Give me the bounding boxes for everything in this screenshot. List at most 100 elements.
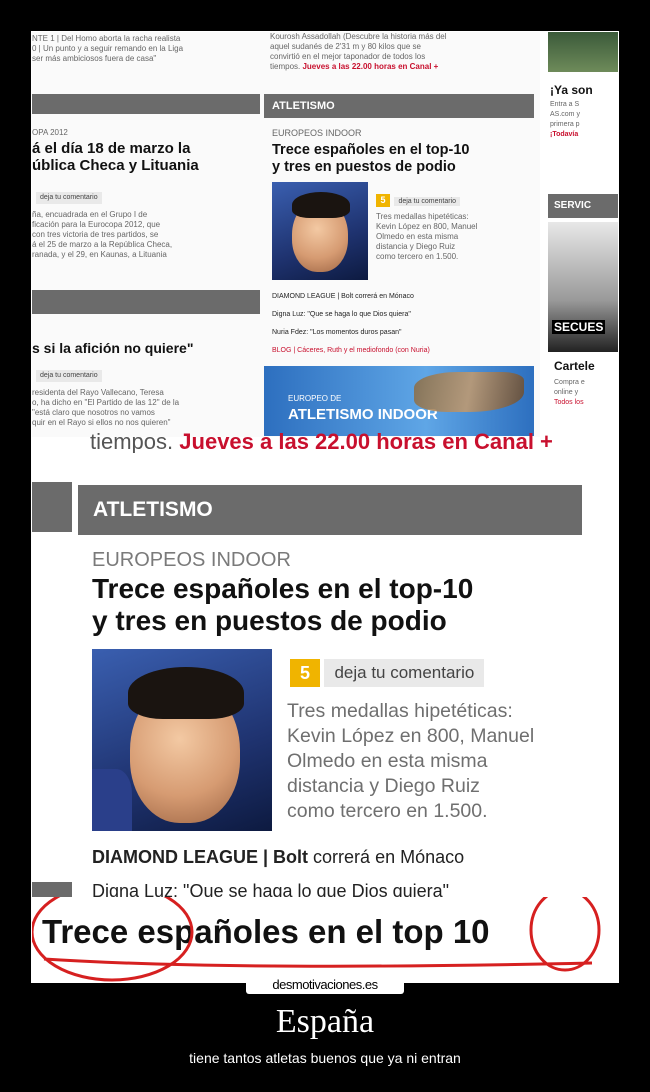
site-watermark: desmotivaciones.es: [246, 976, 404, 994]
right-line: primera p: [550, 121, 580, 128]
headline-line: y tres en puestos de podio: [272, 159, 456, 175]
red-underline: [43, 957, 593, 968]
left-body-line: residenta del Rayo Vallecano, Teresa: [32, 388, 164, 397]
section-bar: ATLETISMO: [264, 94, 534, 118]
red-annotation: [32, 897, 601, 982]
poster-title: España: [275, 1003, 375, 1040]
left-body-line: á el 25 de marzo a la República Checa,: [32, 240, 173, 249]
left-section-bar-2: [32, 290, 260, 314]
headline-line: Trece españoles en el top-10: [272, 142, 470, 158]
zoom-kicker: EUROPEOS INDOOR: [92, 549, 291, 571]
body-line: distancia y Diego Ruiz: [376, 242, 456, 251]
cartelera-line: Compra e: [554, 379, 585, 386]
zoom-comment-row: 5 deja tu comentario: [290, 659, 485, 687]
red-circle-right: [529, 897, 601, 972]
right-top-image: [548, 32, 618, 72]
left-body-line: o, ha dicho en "El Partido de las 12" de…: [32, 398, 180, 407]
zoom-bullet-1-rest: correrá en Mónaco: [313, 847, 465, 867]
zoom-body-line: Tres medallas hipetéticas:: [287, 700, 513, 722]
zoom-body-line: Kevin López en 800, Manuel: [287, 725, 535, 747]
bullet-link[interactable]: Nuria Fdez: "Los momentos duros pasan": [272, 324, 534, 342]
cartelera-line: online y: [554, 389, 579, 396]
cartelera-heading: Cartele: [554, 359, 595, 373]
zoom-top-text: tiempos. Jueves a las 22.00 horas en Can…: [90, 431, 590, 453]
zoom-comment-button[interactable]: deja tu comentario: [324, 659, 485, 687]
left-body-line: ficación para la Eurocopa 2012, que: [32, 220, 161, 229]
zoom-section-bar: ATLETISMO: [78, 485, 582, 535]
zoom-article-body: Tres medallas hipetéticas: Kevin López e…: [287, 699, 587, 824]
zoom-left-bar: [32, 482, 72, 532]
left-body-line: quir en el Rayo si ellos no nos quieren": [32, 418, 171, 427]
left-section-label: OPA 2012: [32, 128, 68, 137]
headline[interactable]: Trece españoles en el top-10 y tres en p…: [272, 142, 534, 176]
zoomed-article: tiempos. Jueves a las 22.00 horas en Can…: [32, 431, 618, 982]
zoom-canal-link[interactable]: Jueves a las 22.00 horas en Canal +: [179, 431, 553, 453]
left-headline-2: s si la afición no quiere": [32, 340, 194, 356]
big-caption-strip: Trece españoles en el top 10: [32, 897, 618, 982]
athlete-photo[interactable]: [272, 182, 368, 280]
middle-top-line: tiempos. Jueves a las 22.00 horas en Can…: [270, 62, 532, 72]
left-comment-button[interactable]: deja tu comentario: [36, 192, 102, 204]
blog-link[interactable]: BLOG | Cáceres, Ruth y el mediofondo (co…: [272, 342, 534, 360]
movie-poster[interactable]: SECUES: [548, 222, 618, 352]
left-body: ña, encuadrada en el Grupo I de ficación…: [32, 210, 260, 260]
right-text: Entra a S AS.com y primera p ¡Todavía: [550, 100, 580, 140]
zoom-photo-shoulder: [92, 769, 132, 831]
zoom-headline-line: Trece españoles en el top-10: [92, 573, 474, 604]
cartelera-link[interactable]: Todos los: [554, 398, 585, 408]
comment-row: 5 deja tu comentario: [376, 190, 461, 208]
right-line: Entra a S: [550, 101, 580, 108]
right-column: ¡Ya son Entra a S AS.com y primera p ¡To…: [540, 32, 618, 442]
left-headline-line: ública Checa y Lituania: [32, 157, 199, 174]
left-body-2: residenta del Rayo Vallecano, Teresa o, …: [32, 388, 260, 428]
poster-title: SECUES: [552, 320, 606, 334]
zoom-bullet-1-bold: DIAMOND LEAGUE | Bolt: [92, 847, 309, 867]
zoom-athlete-photo[interactable]: [92, 649, 272, 831]
left-headlines: NTE 1 | Del Homo aborta la racha realist…: [32, 34, 260, 64]
left-line: NTE 1 | Del Homo aborta la racha realist…: [32, 34, 181, 43]
athlete-hair: [292, 192, 350, 218]
left-headline-line: á el día 18 de marzo la: [32, 140, 191, 157]
left-line: 0 | Un punto y a seguir remando en la Li…: [32, 44, 184, 53]
comment-button[interactable]: deja tu comentario: [394, 197, 461, 206]
zoom-bullet-1[interactable]: DIAMOND LEAGUE | Bolt correrá en Mónaco: [92, 847, 592, 868]
zoom-body-line: como tercero en 1.500.: [287, 800, 488, 822]
right-line: AS.com y: [550, 111, 580, 118]
left-section-bar: [32, 94, 260, 114]
middle-top-tail: tiempos.: [270, 62, 301, 71]
zoom-headline[interactable]: Trece españoles en el top-10 y tres en p…: [92, 573, 592, 637]
left-line: ser más ambiciosos fuera de casa": [32, 54, 157, 63]
right-heading: ¡Ya son: [550, 83, 593, 97]
zoom-headline-line: y tres en puestos de podio: [92, 605, 447, 636]
middle-top-line: convirtió en el mejor taponador de todos…: [270, 52, 426, 61]
left-body-line: ña, encuadrada en el Grupo I de: [32, 210, 148, 219]
left-body-line: "está claro que nosotros no vamos: [32, 408, 155, 417]
left-body-line: ranada, y el 29, en Kaunas, a Lituania: [32, 250, 167, 259]
body-line: Kevin López en 800, Manuel: [376, 222, 478, 231]
right-link[interactable]: ¡Todavía: [550, 130, 580, 140]
zoom-body-line: Olmedo en esta misma: [287, 750, 488, 772]
cartelera-text: Compra e online y Todos los: [554, 378, 585, 408]
middle-top-line: Kourosh Assadollah (Descubre la historia…: [270, 32, 447, 41]
body-line: Tres medallas hipetéticas:: [376, 212, 469, 221]
runners-image: [414, 372, 524, 412]
canal-plus-link[interactable]: Jueves a las 22.00 horas en Canal +: [302, 62, 438, 71]
athletics-banner[interactable]: EUROPEO DE ATLETISMO INDOOR: [264, 366, 534, 436]
red-circle-left: [32, 897, 194, 982]
poster-subtitle: tiene tantos atletas buenos que ya ni en…: [189, 1050, 461, 1066]
left-comment-button-2[interactable]: deja tu comentario: [36, 370, 102, 382]
right-section-bar: SERVIC: [548, 194, 618, 218]
bullet-link[interactable]: DIAMOND LEAGUE | Bolt correrá en Mónaco: [272, 288, 534, 306]
bullet-link[interactable]: Digna Luz: "Que se haga lo que Dios quie…: [272, 306, 534, 324]
bullet-list: DIAMOND LEAGUE | Bolt correrá en Mónaco …: [272, 288, 534, 360]
left-headline: á el día 18 de marzo la ública Checa y L…: [32, 140, 260, 174]
zoom-comment-count-badge[interactable]: 5: [290, 659, 320, 687]
banner-big-text: ATLETISMO INDOOR: [288, 406, 438, 423]
comment-count-badge[interactable]: 5: [376, 194, 390, 207]
zoom-top-tail: tiempos.: [90, 431, 174, 453]
body-line: como tercero en 1.500.: [376, 252, 459, 261]
kicker: EUROPEOS INDOOR: [272, 128, 362, 138]
article-body: Tres medallas hipetéticas: Kevin López e…: [376, 212, 534, 262]
banner-small-text: EUROPEO DE: [288, 394, 342, 403]
left-column: NTE 1 | Del Homo aborta la racha realist…: [32, 32, 260, 442]
